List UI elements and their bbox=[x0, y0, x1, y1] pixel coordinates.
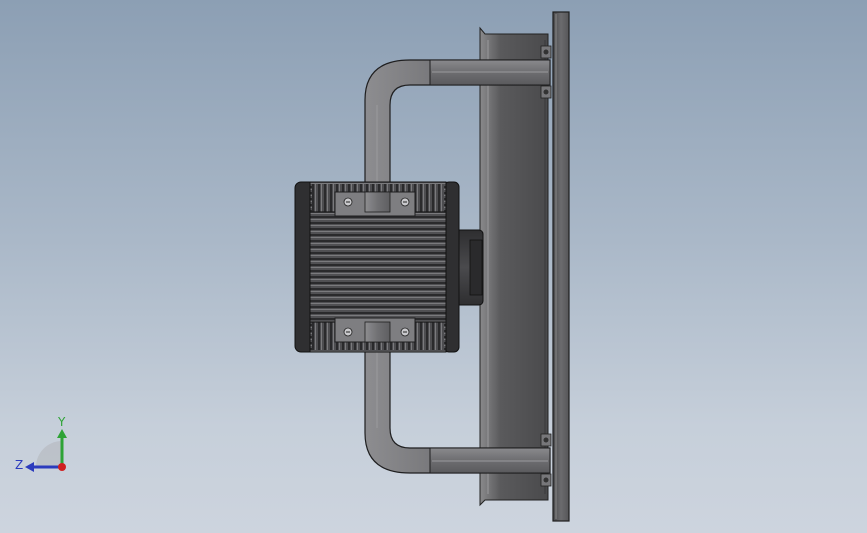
triad-plane-shade bbox=[36, 441, 62, 467]
mounting-plate[interactable] bbox=[552, 11, 570, 522]
y-axis-label: Y bbox=[57, 415, 66, 429]
fan-motor-assembly-model[interactable] bbox=[0, 0, 867, 533]
graphics-viewport[interactable]: Y Z bbox=[0, 0, 867, 533]
z-axis-label: Z bbox=[15, 458, 23, 472]
orientation-triad: Y Z bbox=[15, 415, 67, 472]
z-arrow-icon bbox=[25, 462, 34, 472]
x-axis-dot-icon bbox=[58, 463, 66, 471]
upper-clamp[interactable] bbox=[334, 191, 416, 217]
y-arrow-icon bbox=[57, 429, 67, 438]
fan-shroud[interactable] bbox=[479, 26, 549, 507]
lower-clamp[interactable] bbox=[334, 317, 416, 343]
